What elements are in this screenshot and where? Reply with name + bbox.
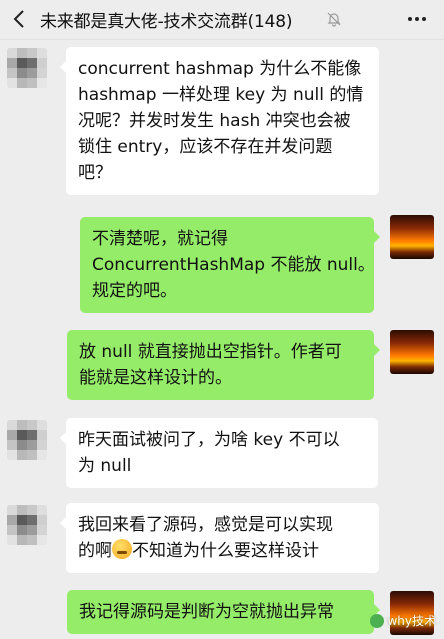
message-text: 不知道为什么要这样设计 [132,541,319,561]
avatar[interactable] [7,48,47,88]
message-bubble[interactable]: 我记得源码是判断为空就抛出异常 [67,590,380,634]
avatar[interactable] [390,330,434,374]
message-text: 我回来看了源码，感觉是可以实现 [78,515,333,535]
emoji-icon [112,539,132,559]
message-text: hashmap 一样处理 key 为 null 的情 [78,85,364,105]
message-text: ConcurrentHashMap 不能放 null。 [92,255,375,275]
back-arrow-icon[interactable] [8,6,32,32]
message-text: 况呢？并发时发生 hash 冲突也会被 [78,111,351,131]
avatar[interactable] [390,215,434,259]
message-text: 锁住 entry，应该不存在并发问题 [78,137,333,157]
message-text: 的啊 [78,541,112,561]
watermark: why技术 [370,612,436,629]
avatar[interactable] [7,420,47,460]
chat-header: 未来都是真大佬-技术交流群(148) [0,0,444,40]
wechat-logo-icon [370,613,385,628]
bell-muted-icon [326,11,342,31]
message-text: 不清楚呢，就记得 [92,229,228,249]
watermark-text: why技术 [387,614,436,628]
message-bubble[interactable]: 不清楚呢，就记得 ConcurrentHashMap 不能放 null。 规定的… [80,217,380,313]
message-bubble[interactable]: 昨天面试被问了，为啥 key 不可以 为 null [60,418,378,488]
message-bubble[interactable]: concurrent hashmap 为什么不能像 hashmap 一样处理 k… [60,47,379,195]
more-dots-icon[interactable] [406,8,428,30]
avatar[interactable] [7,505,47,545]
message-bubble[interactable]: 我回来看了源码，感觉是可以实现 的啊 不知道为什么要这样设计 [60,503,379,573]
message-text: concurrent hashmap 为什么不能像 [78,59,362,79]
message-bubble[interactable]: 放 null 就直接抛出空指针。作者可 能就是这样设计的。 [67,330,380,400]
message-text-line2: 的啊 不知道为什么要这样设计 [78,538,367,564]
chat-title: 未来都是真大佬-技术交流群(148) [40,12,293,32]
message-text: 规定的吧。 [92,281,177,301]
message-text: 为 null [78,456,132,476]
message-text: 放 null 就直接抛出空指针。作者可 [79,342,342,362]
message-text: 昨天面试被问了，为啥 key 不可以 [78,430,340,450]
message-text: 我记得源码是判断为空就抛出异常 [79,602,334,622]
message-text: 吧？ [78,163,112,183]
message-text: 能就是这样设计的。 [79,368,232,388]
